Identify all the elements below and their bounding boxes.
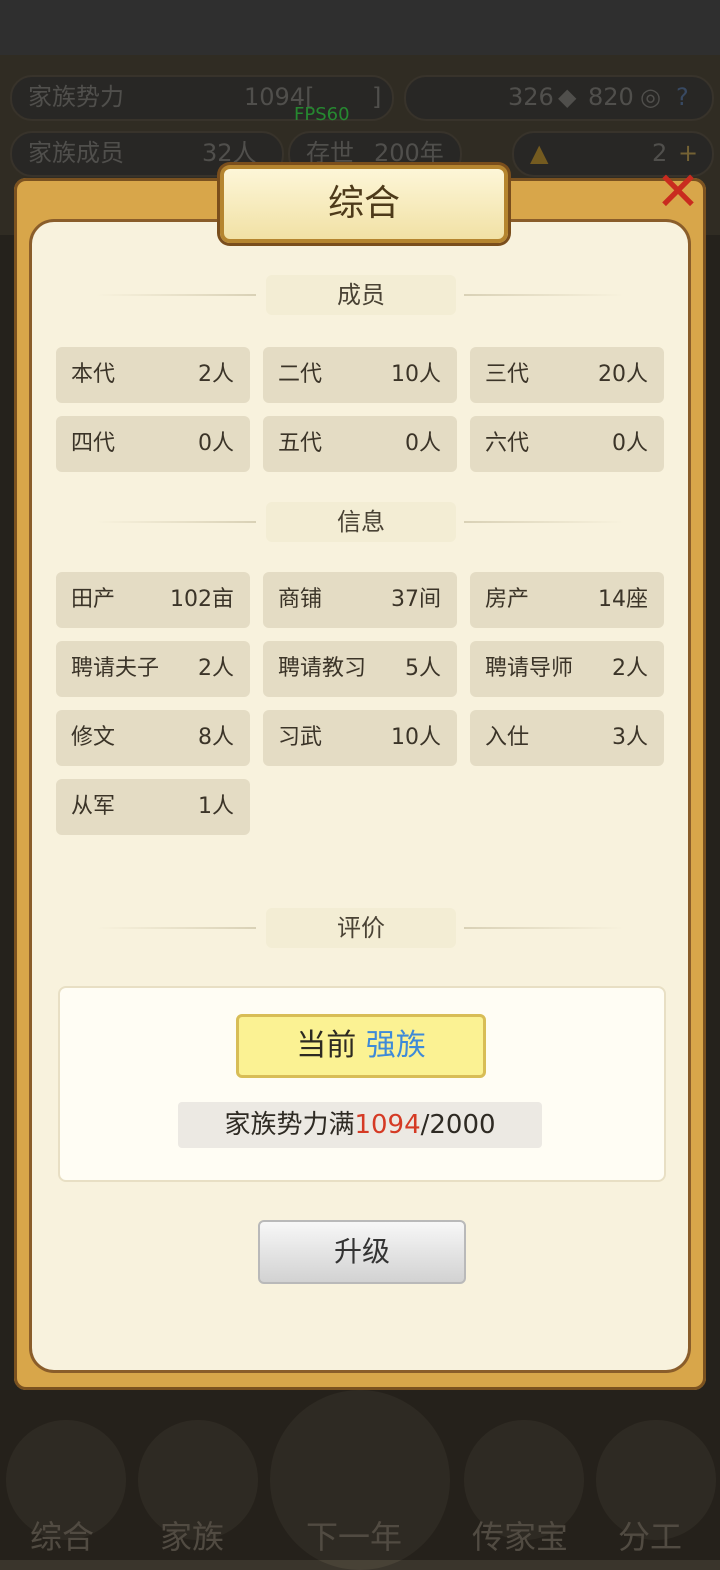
info-cell: 习武 10人 [263,710,457,766]
info-cell: 修文 8人 [56,710,250,766]
progress-prefix: 家族势力满 [224,1110,355,1140]
rank-prefix: 当前 [296,1028,357,1063]
info-label: 田产 [71,587,116,612]
member-cell: 四代 0人 [56,416,250,472]
progress-current: 1094 [354,1110,421,1140]
info-section-title: 信息 [266,502,456,542]
info-value: 8人 [198,725,234,750]
info-label: 入仕 [485,725,530,750]
member-label: 二代 [278,362,323,387]
info-cell: 从军 1人 [56,779,250,835]
member-cell: 五代 0人 [263,416,457,472]
info-label: 修文 [71,725,116,750]
member-label: 三代 [485,362,530,387]
info-value: 5人 [405,656,441,681]
member-value: 10人 [391,362,441,387]
status-bar [0,0,720,55]
info-value: 2人 [612,656,648,681]
member-value: 20人 [598,362,648,387]
eval-section-header: 评价 [96,908,624,948]
member-value: 0人 [612,431,648,456]
close-icon[interactable]: ✕ [654,165,702,219]
power-progress: 家族势力满1094/2000 [178,1102,542,1148]
rank-name: 强族 [365,1028,426,1063]
info-label: 商铺 [278,587,323,612]
info-cell: 田产 102亩 [56,572,250,628]
info-value: 14座 [598,587,648,612]
current-rank-badge: 当前 强族 [236,1014,486,1078]
info-value: 10人 [391,725,441,750]
eval-section-title: 评价 [266,908,456,948]
member-cell: 三代 20人 [470,347,664,403]
info-label: 聘请夫子 [71,656,160,681]
info-cell: 房产 14座 [470,572,664,628]
info-cell: 商铺 37间 [263,572,457,628]
info-value: 37间 [391,587,441,612]
member-cell: 本代 2人 [56,347,250,403]
member-cell: 二代 10人 [263,347,457,403]
info-value: 3人 [612,725,648,750]
member-label: 本代 [71,362,116,387]
member-cell: 六代 0人 [470,416,664,472]
member-label: 六代 [485,431,530,456]
info-section-header: 信息 [96,502,624,542]
modal-title: 综合 [220,165,508,243]
info-cell: 入仕 3人 [470,710,664,766]
info-label: 房产 [485,587,530,612]
member-value: 0人 [198,431,234,456]
upgrade-button[interactable]: 升级 [258,1220,466,1284]
member-value: 2人 [198,362,234,387]
members-section-header: 成员 [96,275,624,315]
info-value: 102亩 [170,587,234,612]
member-label: 四代 [71,431,116,456]
info-label: 从军 [71,794,116,819]
info-value: 1人 [198,794,234,819]
info-value: 2人 [198,656,234,681]
info-cell: 聘请夫子 2人 [56,641,250,697]
info-cell: 聘请导师 2人 [470,641,664,697]
member-value: 0人 [405,431,441,456]
info-label: 聘请导师 [485,656,574,681]
progress-total: /2000 [420,1110,496,1140]
info-label: 聘请教习 [278,656,367,681]
members-section-title: 成员 [266,275,456,315]
info-label: 习武 [278,725,323,750]
member-label: 五代 [278,431,323,456]
info-cell: 聘请教习 5人 [263,641,457,697]
